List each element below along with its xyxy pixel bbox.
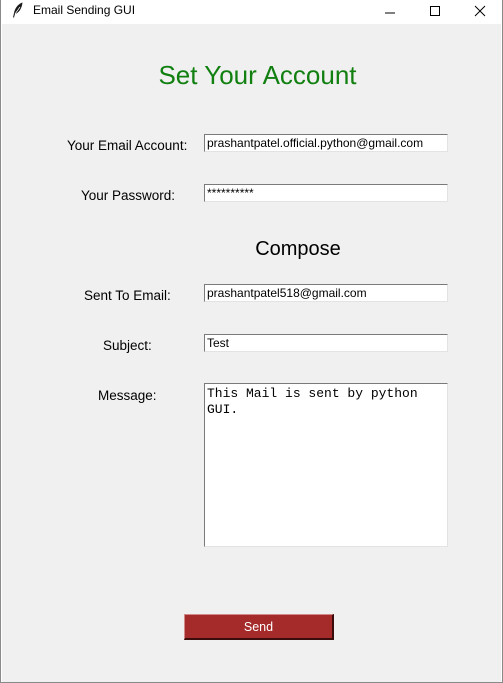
form-panel: Set Your Account Your Email Account: You… — [2, 24, 501, 682]
sent-to-email-label: Sent To Email: — [84, 288, 171, 303]
email-account-label: Your Email Account: — [67, 138, 188, 153]
send-button[interactable]: Send — [184, 614, 334, 640]
email-account-input[interactable] — [204, 134, 448, 152]
close-button[interactable] — [457, 0, 503, 22]
title-bar[interactable]: Email Sending GUI — [1, 0, 502, 24]
close-icon — [474, 5, 486, 17]
password-input[interactable] — [204, 184, 448, 202]
app-window: Email Sending GUI Set Your Account Your … — [0, 0, 503, 683]
password-label: Your Password: — [81, 188, 176, 203]
maximize-icon — [430, 6, 440, 16]
maximize-button[interactable] — [412, 0, 458, 22]
minimize-icon — [385, 12, 395, 14]
subject-input[interactable] — [204, 334, 448, 352]
message-label: Message: — [98, 388, 157, 403]
compose-heading: Compose — [255, 238, 341, 260]
message-textarea[interactable]: This Mail is sent by python GUI. — [204, 383, 448, 547]
feather-icon — [13, 2, 23, 18]
minimize-button[interactable] — [367, 0, 413, 22]
window-title: Email Sending GUI — [33, 3, 136, 17]
sent-to-email-input[interactable] — [204, 284, 448, 302]
page-title: Set Your Account — [158, 60, 357, 90]
subject-label: Subject: — [103, 338, 152, 353]
